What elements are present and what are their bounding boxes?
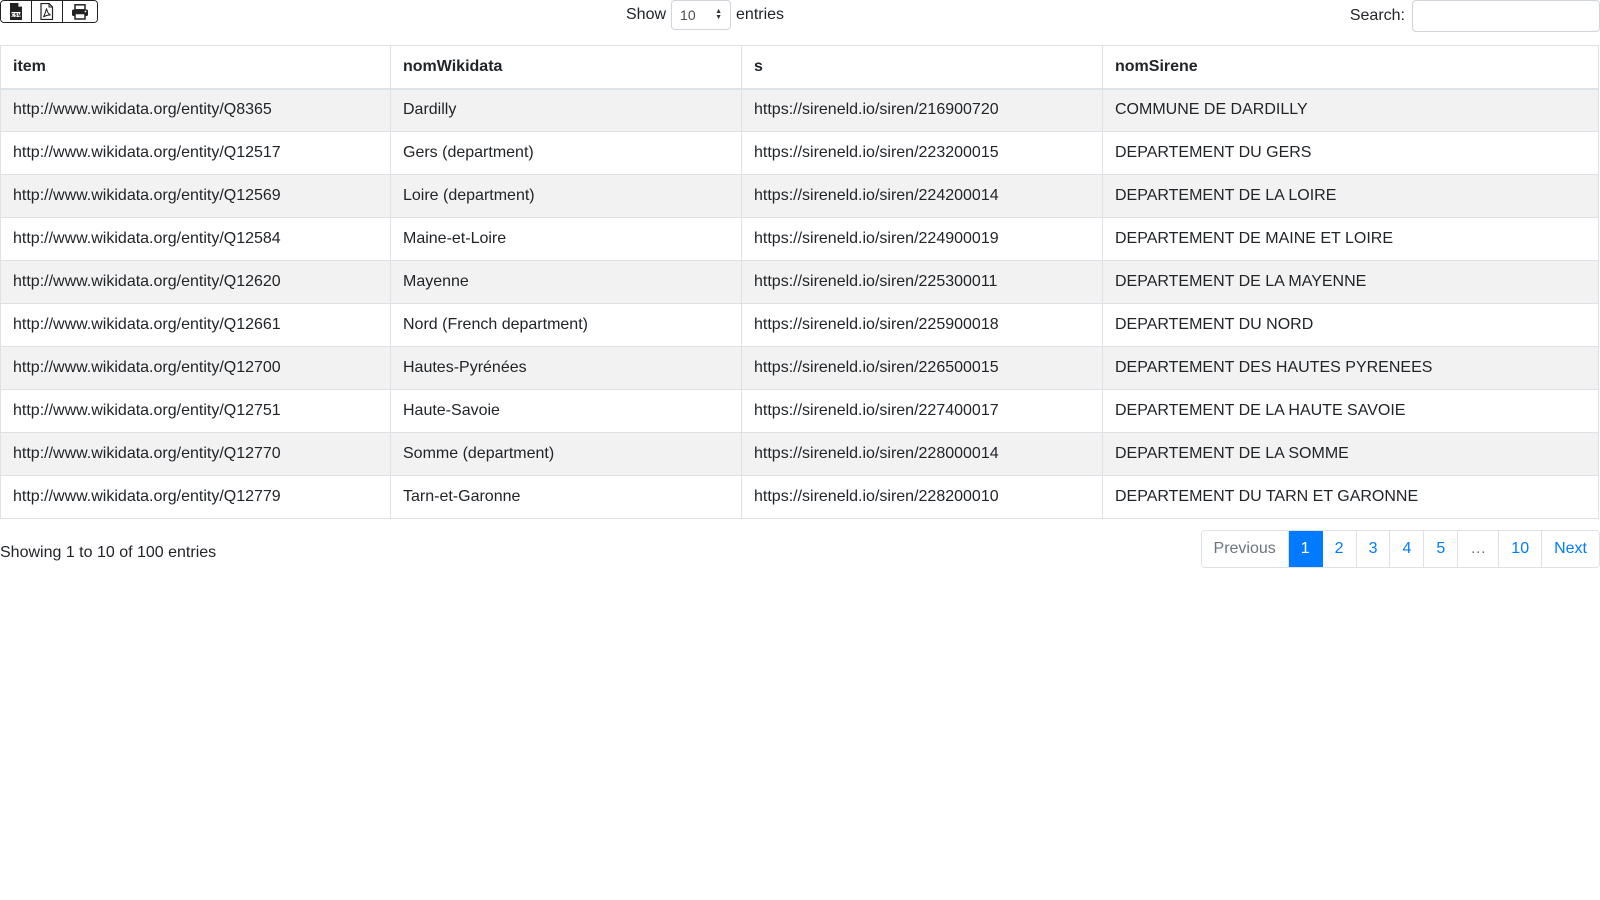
svg-text:CSV: CSV	[11, 12, 22, 18]
pagination: Previous 1 2 3 4 5 … 10 Next	[1200, 530, 1600, 568]
cell-nomsirene: DEPARTEMENT DE LA SOMME	[1102, 432, 1599, 476]
cell-nomsirene: DEPARTEMENT DE LA HAUTE SAVOIE	[1102, 389, 1599, 433]
cell-s: https://sireneld.io/siren/228000014	[741, 432, 1103, 476]
entries-per-page-value: 10	[680, 7, 696, 23]
table-row: http://www.wikidata.org/entity/Q12770 So…	[0, 432, 1599, 476]
cell-nomsirene: DEPARTEMENT DU NORD	[1102, 303, 1599, 347]
table-row: http://www.wikidata.org/entity/Q12620 Ma…	[0, 260, 1599, 304]
cell-item: http://www.wikidata.org/entity/Q12517	[0, 131, 391, 175]
table-body: http://www.wikidata.org/entity/Q8365 Dar…	[0, 88, 1599, 519]
cell-nomsirene: DEPARTEMENT DE LA LOIRE	[1102, 174, 1599, 218]
select-arrows-icon: ▲ ▼	[715, 8, 723, 21]
table-header-row: item nomWikidata s nomSirene	[0, 45, 1599, 90]
column-header-item[interactable]: item	[0, 45, 391, 90]
pagination-page-5[interactable]: 5	[1424, 531, 1459, 567]
export-csv-button[interactable]: CSV	[1, 1, 32, 22]
entries-length-control: Show 10 ▲ ▼ entries	[626, 0, 784, 30]
table-row: http://www.wikidata.org/entity/Q12569 Lo…	[0, 174, 1599, 218]
pagination-page-2[interactable]: 2	[1322, 531, 1357, 567]
cell-s: https://sireneld.io/siren/225900018	[741, 303, 1103, 347]
csv-file-icon: CSV	[10, 3, 22, 20]
pagination-previous-button[interactable]: Previous	[1201, 531, 1289, 567]
pagination-page-1[interactable]: 1	[1288, 531, 1323, 567]
cell-nomwikidata: Nord (French department)	[390, 303, 742, 347]
cell-nomwikidata: Gers (department)	[390, 131, 742, 175]
cell-item: http://www.wikidata.org/entity/Q12751	[0, 389, 391, 433]
entries-label: entries	[736, 6, 785, 23]
cell-nomwikidata: Mayenne	[390, 260, 742, 304]
cell-nomwikidata: Maine-et-Loire	[390, 217, 742, 261]
cell-s: https://sireneld.io/siren/224900019	[741, 217, 1103, 261]
table-row: http://www.wikidata.org/entity/Q12584 Ma…	[0, 217, 1599, 261]
column-header-s[interactable]: s	[741, 45, 1103, 90]
print-button[interactable]	[63, 1, 97, 22]
print-icon	[72, 3, 88, 20]
export-button-group: CSV	[0, 0, 98, 23]
table-row: http://www.wikidata.org/entity/Q12779 Ta…	[0, 475, 1599, 519]
export-pdf-button[interactable]	[32, 1, 63, 22]
cell-item: http://www.wikidata.org/entity/Q12779	[0, 475, 391, 519]
cell-nomsirene: DEPARTEMENT DE LA MAYENNE	[1102, 260, 1599, 304]
search-input[interactable]	[1412, 0, 1600, 32]
cell-item: http://www.wikidata.org/entity/Q12700	[0, 346, 391, 390]
table-row: http://www.wikidata.org/entity/Q12700 Ha…	[0, 346, 1599, 390]
data-table: item nomWikidata s nomSirene http://www.…	[0, 45, 1599, 519]
cell-nomwikidata: Loire (department)	[390, 174, 742, 218]
cell-item: http://www.wikidata.org/entity/Q12584	[0, 217, 391, 261]
pagination-next-button[interactable]: Next	[1542, 531, 1599, 567]
cell-s: https://sireneld.io/siren/227400017	[741, 389, 1103, 433]
cell-s: https://sireneld.io/siren/223200015	[741, 131, 1103, 175]
cell-nomwikidata: Hautes-Pyrénées	[390, 346, 742, 390]
cell-nomwikidata: Somme (department)	[390, 432, 742, 476]
cell-s: https://sireneld.io/siren/226500015	[741, 346, 1103, 390]
pdf-file-icon	[40, 3, 54, 20]
cell-nomsirene: DEPARTEMENT DU GERS	[1102, 131, 1599, 175]
cell-s: https://sireneld.io/siren/224200014	[741, 174, 1103, 218]
cell-item: http://www.wikidata.org/entity/Q12620	[0, 260, 391, 304]
cell-nomwikidata: Tarn-et-Garonne	[390, 475, 742, 519]
table-row: http://www.wikidata.org/entity/Q12661 No…	[0, 303, 1599, 347]
cell-nomsirene: DEPARTEMENT DE MAINE ET LOIRE	[1102, 217, 1599, 261]
show-label: Show	[626, 6, 667, 23]
cell-nomsirene: COMMUNE DE DARDILLY	[1102, 88, 1599, 132]
cell-s: https://sireneld.io/siren/228200010	[741, 475, 1103, 519]
cell-s: https://sireneld.io/siren/225300011	[741, 260, 1103, 304]
cell-item: http://www.wikidata.org/entity/Q12569	[0, 174, 391, 218]
cell-item: http://www.wikidata.org/entity/Q12770	[0, 432, 391, 476]
pagination-page-4[interactable]: 4	[1390, 531, 1425, 567]
pagination-page-3[interactable]: 3	[1356, 531, 1391, 567]
cell-nomsirene: DEPARTEMENT DES HAUTES PYRENEES	[1102, 346, 1599, 390]
pagination-ellipsis: …	[1458, 531, 1500, 567]
entries-per-page-select[interactable]: 10 ▲ ▼	[671, 0, 732, 30]
table-row: http://www.wikidata.org/entity/Q12517 Ge…	[0, 131, 1599, 175]
table-info: Showing 1 to 10 of 100 entries	[0, 544, 217, 561]
cell-s: https://sireneld.io/siren/216900720	[741, 88, 1103, 132]
search-label: Search:	[1349, 7, 1405, 24]
cell-item: http://www.wikidata.org/entity/Q8365	[0, 88, 391, 132]
column-header-nomwikidata[interactable]: nomWikidata	[390, 45, 742, 90]
table-row: http://www.wikidata.org/entity/Q8365 Dar…	[0, 88, 1599, 132]
cell-nomsirene: DEPARTEMENT DU TARN ET GARONNE	[1102, 475, 1599, 519]
table-row: http://www.wikidata.org/entity/Q12751 Ha…	[0, 389, 1599, 433]
cell-nomwikidata: Haute-Savoie	[390, 389, 742, 433]
cell-nomwikidata: Dardilly	[390, 88, 742, 132]
cell-item: http://www.wikidata.org/entity/Q12661	[0, 303, 391, 347]
column-header-nomsirene[interactable]: nomSirene	[1102, 45, 1599, 90]
pagination-page-10[interactable]: 10	[1499, 531, 1543, 567]
search-control: Search:	[1350, 0, 1600, 32]
top-controls: CSV Show 10 ▲ ▼ entries Search:	[0, 0, 1600, 44]
